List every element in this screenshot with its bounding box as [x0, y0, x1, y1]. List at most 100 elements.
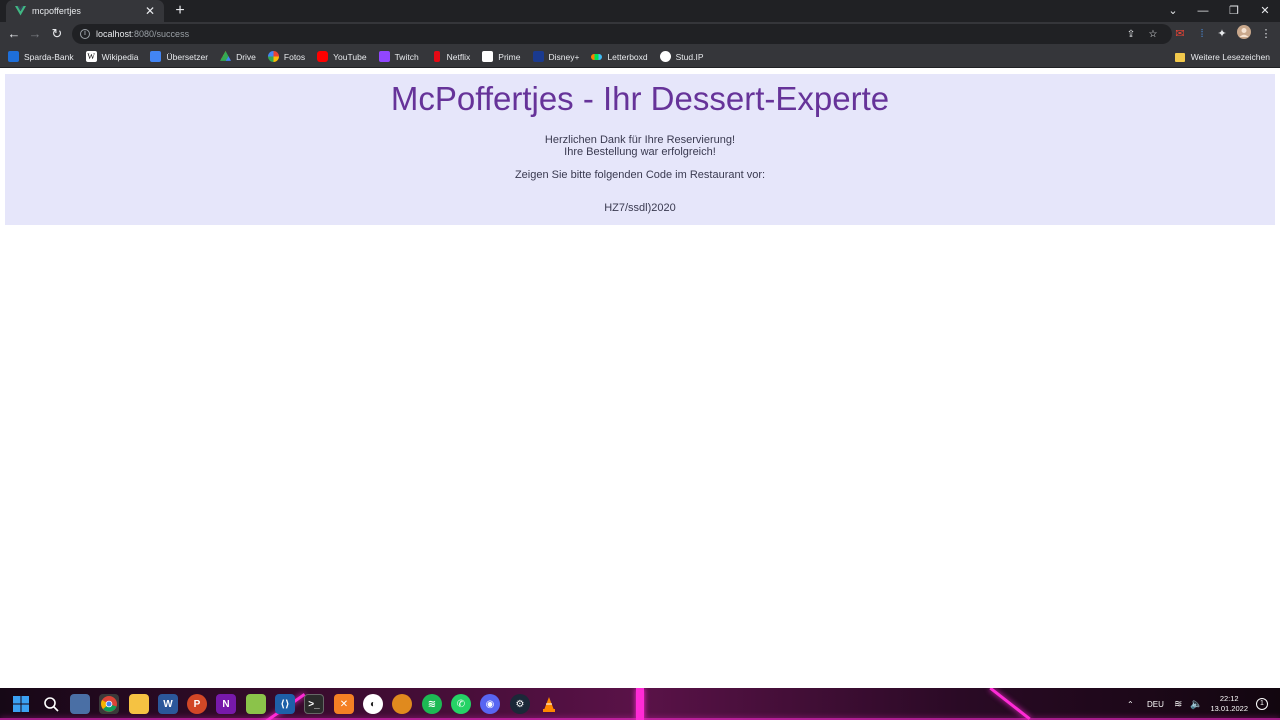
- bookmark-label: Letterboxd: [607, 51, 648, 62]
- bookmark-wikipedia[interactable]: W Wikipedia: [85, 48, 139, 66]
- close-window-button[interactable]: ✕: [1250, 0, 1280, 22]
- minimize-button[interactable]: —: [1188, 0, 1218, 22]
- volume-icon[interactable]: 🔈: [1190, 688, 1202, 720]
- bookmark-uebersetzer[interactable]: Übersetzer: [150, 48, 208, 66]
- folder-icon: [1174, 52, 1185, 62]
- bookmark-netflix[interactable]: Netflix: [431, 48, 471, 66]
- bookmark-youtube[interactable]: YouTube: [317, 48, 367, 66]
- chrome-taskbar-icon[interactable]: [99, 694, 119, 714]
- extension-icon[interactable]: ⁞: [1193, 25, 1211, 43]
- twitch-icon: [378, 51, 390, 62]
- prime-icon: [482, 51, 494, 62]
- back-button[interactable]: ←: [5, 25, 23, 43]
- bookmark-label: Drive: [236, 51, 256, 62]
- success-panel: McPoffertjes - Ihr Dessert-Experte Herzl…: [5, 74, 1275, 225]
- discord-icon[interactable]: ◉: [480, 694, 500, 714]
- windows-taskbar: W P N ⟨⟩ >_ ✕ ◐ ≋ ✆ ◉ ⚙ ⌃ DEU ≋ 🔈 22:12 …: [0, 688, 1280, 720]
- notification-icon[interactable]: 1: [1256, 698, 1268, 710]
- tab-close-icon[interactable]: ✕: [144, 5, 156, 17]
- onenote-icon[interactable]: N: [216, 694, 236, 714]
- bookmark-twitch[interactable]: Twitch: [378, 48, 419, 66]
- letterboxd-icon: [591, 53, 603, 60]
- bookmark-label: Übersetzer: [166, 51, 209, 62]
- bookmark-label: Twitch: [394, 51, 419, 62]
- terminal-icon[interactable]: >_: [304, 694, 324, 714]
- vlc-icon[interactable]: [539, 694, 559, 714]
- restore-button[interactable]: ❐: [1219, 0, 1249, 22]
- netflix-icon: [433, 51, 440, 62]
- youtube-icon: [317, 51, 329, 62]
- reload-button[interactable]: ↻: [48, 25, 66, 43]
- instruction-text: Zeigen Sie bitte folgenden Code im Resta…: [514, 169, 766, 181]
- vscode-icon[interactable]: ⟨⟩: [275, 694, 295, 714]
- bookmark-prime[interactable]: Prime: [482, 48, 521, 66]
- wikipedia-icon: W: [85, 51, 97, 62]
- site-info-icon[interactable]: i: [80, 29, 90, 39]
- thanks-message: Herzlichen Dank für Ihre Reservierung!: [544, 134, 736, 146]
- taskbar-clock[interactable]: 22:12 13.01.2022: [1210, 694, 1248, 714]
- reservation-code: HZ7/ssdl)2020: [604, 202, 676, 214]
- bookmark-label: Wikipedia: [101, 51, 139, 62]
- extensions-puzzle-icon[interactable]: ✦: [1213, 25, 1231, 43]
- photos-icon: [267, 51, 279, 62]
- wallpaper-neon-line: [989, 688, 1031, 720]
- url-path: :8080/success: [131, 29, 190, 39]
- disney-icon: [532, 51, 544, 62]
- bookmark-sparda-bank[interactable]: Sparda-Bank: [8, 48, 74, 66]
- new-tab-button[interactable]: +: [172, 2, 188, 20]
- bookmark-label: Netflix: [446, 51, 471, 62]
- start-button[interactable]: [11, 694, 31, 714]
- orange-app-icon[interactable]: [392, 694, 412, 714]
- clock-time: 22:12: [1219, 694, 1239, 703]
- spotify-icon[interactable]: ≋: [422, 694, 442, 714]
- steam-link-icon[interactable]: ◐: [363, 694, 383, 714]
- forward-button[interactable]: →: [26, 25, 44, 43]
- bookmark-label: Disney+: [548, 51, 580, 62]
- bookmark-studip[interactable]: Stud.IP: [659, 48, 704, 66]
- bookmark-label: Stud.IP: [675, 51, 704, 62]
- success-message: Ihre Bestellung war erfolgreich!: [564, 146, 716, 158]
- translate-icon: [150, 51, 162, 62]
- whatsapp-icon[interactable]: ✆: [451, 694, 471, 714]
- browser-menu-icon[interactable]: ⋮: [1257, 25, 1275, 43]
- bookmark-star-icon[interactable]: ☆: [1146, 28, 1160, 42]
- wifi-icon[interactable]: ≋: [1174, 688, 1182, 720]
- file-explorer-icon[interactable]: [129, 694, 149, 714]
- bookmark-label: YouTube: [333, 51, 367, 62]
- bank-icon: [8, 51, 19, 62]
- address-bar[interactable]: i localhost:8080/success ⇪ ☆: [72, 24, 1172, 44]
- bookmarks-bar: Sparda-Bank W Wikipedia Übersetzer Drive …: [0, 46, 1280, 68]
- bookmark-fotos[interactable]: Fotos: [267, 48, 306, 66]
- studip-icon: [659, 51, 671, 62]
- share-icon[interactable]: ⇪: [1124, 28, 1138, 42]
- bookmark-drive[interactable]: Drive: [220, 48, 256, 66]
- page-title: McPoffertjes - Ihr Dessert-Experte: [390, 80, 890, 117]
- drive-icon: [220, 51, 232, 61]
- powerpoint-icon[interactable]: P: [187, 694, 207, 714]
- steam-icon[interactable]: ⚙: [510, 694, 530, 714]
- word-icon[interactable]: W: [158, 694, 178, 714]
- url-host: localhost: [96, 29, 132, 39]
- xampp-icon[interactable]: ✕: [334, 694, 354, 714]
- gmail-extension-icon[interactable]: ✉: [1171, 25, 1189, 43]
- bookmark-disney[interactable]: Disney+: [532, 48, 580, 66]
- other-bookmarks-folder[interactable]: Weitere Lesezeichen: [1174, 48, 1270, 66]
- page-viewport: McPoffertjes - Ihr Dessert-Experte Herzl…: [0, 68, 1280, 688]
- bookmark-label: Prime: [498, 51, 521, 62]
- task-view-icon[interactable]: [70, 694, 90, 714]
- other-bookmarks-label: Weitere Lesezeichen: [1190, 52, 1270, 62]
- profile-avatar[interactable]: [1235, 25, 1253, 43]
- browser-tab[interactable]: mcpoffertjes ✕: [6, 0, 164, 22]
- clock-date: 13.01.2022: [1210, 704, 1248, 713]
- bookmark-label: Fotos: [283, 51, 306, 62]
- bookmark-label: Sparda-Bank: [24, 51, 74, 62]
- notepad-icon[interactable]: [246, 694, 266, 714]
- tab-search-icon[interactable]: ⌄: [1158, 0, 1188, 22]
- search-icon[interactable]: [41, 694, 61, 714]
- browser-toolbar: ← → ↻ i localhost:8080/success ⇪ ☆ ✉ ⁞ ✦…: [0, 22, 1280, 46]
- tray-overflow-icon[interactable]: ⌃: [1127, 688, 1134, 720]
- tab-title: mcpoffertjes: [32, 6, 81, 16]
- language-indicator[interactable]: DEU: [1147, 688, 1164, 720]
- browser-tab-strip: mcpoffertjes ✕ + ⌄ — ❐ ✕: [0, 0, 1280, 22]
- bookmark-letterboxd[interactable]: Letterboxd: [591, 48, 648, 66]
